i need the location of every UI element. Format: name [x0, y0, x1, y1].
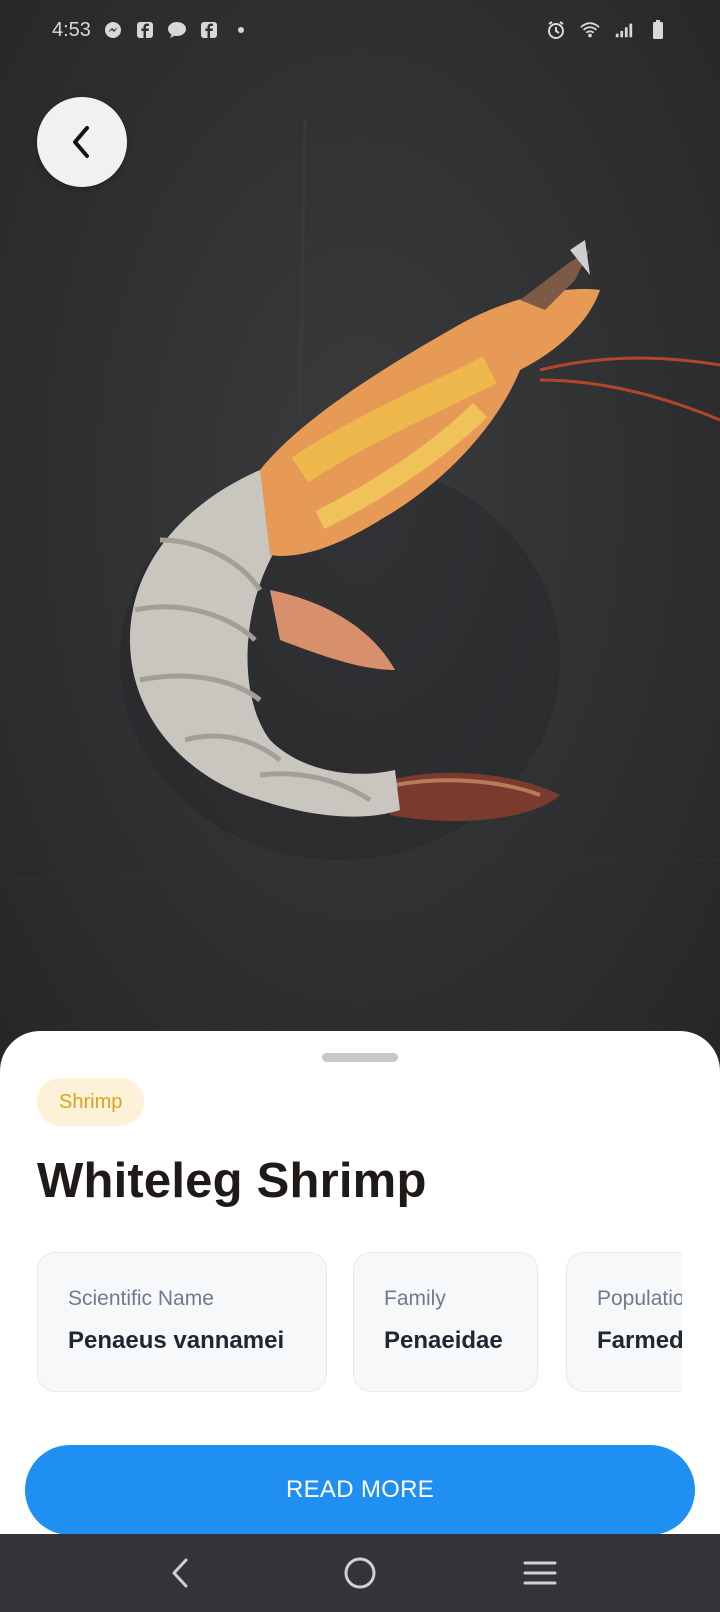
info-card-label: Family — [384, 1287, 446, 1310]
nav-back-button[interactable] — [150, 1543, 210, 1603]
battery-icon — [648, 20, 668, 40]
info-cards-scroller[interactable]: Scientific Name Penaeus vannamei Family … — [37, 1252, 682, 1394]
status-time: 4:53 — [52, 18, 91, 41]
info-card-label: Population — [597, 1287, 682, 1310]
nav-home-icon — [344, 1557, 376, 1589]
wifi-icon — [580, 20, 600, 40]
nav-back-icon — [172, 1558, 188, 1588]
chevron-left-icon — [73, 126, 89, 158]
facebook-icon — [199, 20, 219, 40]
sheet-drag-handle[interactable] — [322, 1053, 398, 1062]
screen: 4:53 Shrimp Whiteleg Shrimp Scientific N… — [0, 0, 720, 1612]
info-card-value: Penaeidae — [384, 1327, 503, 1354]
info-card-label: Scientific Name — [68, 1287, 214, 1310]
alarm-icon — [546, 20, 566, 40]
category-chip: Shrimp — [37, 1078, 145, 1126]
read-more-label: READ MORE — [285, 1476, 435, 1503]
nav-recents-button[interactable] — [510, 1543, 570, 1603]
species-title: Whiteleg Shrimp — [37, 1154, 427, 1208]
messenger-icon — [103, 20, 123, 40]
facebook-icon — [135, 20, 155, 40]
info-card-scientific-name: Scientific Name Penaeus vannamei — [37, 1252, 327, 1392]
status-bar: 4:53 — [0, 0, 720, 60]
info-card-family: Family Penaeidae — [353, 1252, 538, 1392]
nav-home-button[interactable] — [330, 1543, 390, 1603]
chat-icon — [167, 20, 187, 40]
read-more-button[interactable]: READ MORE — [25, 1445, 695, 1535]
nav-menu-icon — [523, 1561, 557, 1585]
signal-icon — [614, 20, 634, 40]
category-label: Shrimp — [59, 1090, 123, 1113]
system-nav-bar — [0, 1534, 720, 1612]
info-card-population: Population Farmed — [566, 1252, 682, 1392]
dot-icon — [231, 20, 251, 40]
status-right — [546, 20, 668, 40]
info-card-value: Farmed — [597, 1327, 682, 1354]
info-card-value: Penaeus vannamei — [68, 1327, 285, 1354]
back-button[interactable] — [37, 97, 127, 187]
status-left: 4:53 — [52, 19, 251, 42]
